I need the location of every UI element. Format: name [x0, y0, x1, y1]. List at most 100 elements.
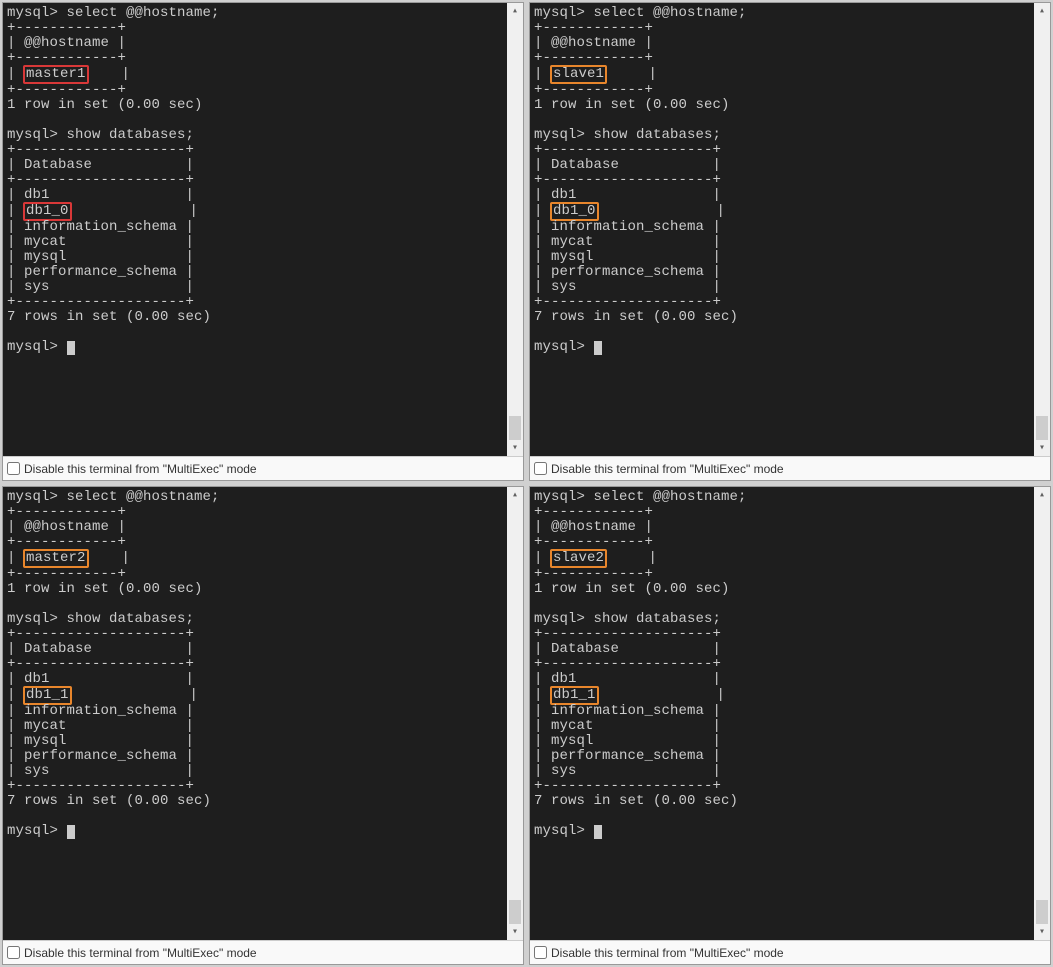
scroll-thumb[interactable]: [509, 900, 521, 924]
scroll-down-icon[interactable]: ▾: [507, 440, 523, 456]
col-header: @@hostname: [551, 519, 636, 535]
db-row: mycat: [24, 234, 67, 250]
db-row: db1: [551, 671, 577, 687]
panel-footer: Disable this terminal from "MultiExec" m…: [3, 940, 523, 964]
cmd: select @@hostname;: [67, 489, 220, 505]
db-row: information_schema: [551, 219, 704, 235]
db-row: mycat: [24, 718, 67, 734]
cmd: select @@hostname;: [594, 5, 747, 21]
db-row: db1: [24, 671, 50, 687]
terminal-output[interactable]: mysql> select @@hostname; +------------+…: [3, 3, 507, 456]
disable-multiexec-checkbox[interactable]: [7, 462, 20, 475]
col-header: Database: [551, 641, 619, 657]
disable-multiexec-checkbox[interactable]: [534, 462, 547, 475]
prompt: mysql>: [7, 127, 58, 143]
scroll-down-icon[interactable]: ▾: [1034, 924, 1050, 940]
scroll-down-icon[interactable]: ▾: [507, 924, 523, 940]
result-summary: 1 row in set (0.00 sec): [534, 581, 730, 597]
db-row: information_schema: [24, 219, 177, 235]
terminal-output[interactable]: mysql> select @@hostname; +------------+…: [3, 487, 507, 940]
hostname-value: slave1: [550, 65, 607, 84]
vertical-scrollbar[interactable]: ▴ ▾: [507, 3, 523, 456]
cmd: show databases;: [594, 611, 722, 627]
disable-multiexec-checkbox[interactable]: [7, 946, 20, 959]
cmd: show databases;: [67, 611, 195, 627]
scroll-up-icon[interactable]: ▴: [1034, 3, 1050, 19]
scroll-thumb[interactable]: [1036, 900, 1048, 924]
result-summary: 1 row in set (0.00 sec): [7, 97, 203, 113]
terminal-panel-4: mysql> select @@hostname; +------------+…: [529, 486, 1051, 965]
db-row: mysql: [24, 249, 67, 265]
db-row: sys: [551, 279, 577, 295]
db-row: mysql: [551, 249, 594, 265]
footer-label: Disable this terminal from "MultiExec" m…: [551, 462, 784, 476]
db-row: performance_schema: [551, 748, 704, 764]
cmd: show databases;: [67, 127, 195, 143]
panel-footer: Disable this terminal from "MultiExec" m…: [3, 456, 523, 480]
cursor-icon: [67, 825, 75, 839]
db-row: mycat: [551, 718, 594, 734]
terminal-panel-3: mysql> select @@hostname; +------------+…: [2, 486, 524, 965]
vertical-scrollbar[interactable]: ▴ ▾: [1034, 487, 1050, 940]
panel-footer: Disable this terminal from "MultiExec" m…: [530, 456, 1050, 480]
hostname-value: master2: [23, 549, 89, 568]
prompt: mysql>: [7, 489, 58, 505]
cmd: select @@hostname;: [594, 489, 747, 505]
prompt: mysql>: [534, 489, 585, 505]
cursor-icon: [594, 825, 602, 839]
col-header: @@hostname: [24, 519, 109, 535]
terminal-output[interactable]: mysql> select @@hostname; +------------+…: [530, 487, 1034, 940]
db-row: sys: [24, 763, 50, 779]
prompt: mysql>: [7, 5, 58, 21]
scroll-track[interactable]: [1034, 19, 1050, 440]
db-row: sys: [24, 279, 50, 295]
scroll-up-icon[interactable]: ▴: [507, 487, 523, 503]
scroll-up-icon[interactable]: ▴: [1034, 487, 1050, 503]
vertical-scrollbar[interactable]: ▴ ▾: [507, 487, 523, 940]
hostname-value: slave2: [550, 549, 607, 568]
scroll-track[interactable]: [507, 503, 523, 924]
col-header: Database: [24, 157, 92, 173]
col-header: @@hostname: [551, 35, 636, 51]
db-row: mycat: [551, 234, 594, 250]
scroll-track[interactable]: [1034, 503, 1050, 924]
cursor-icon: [594, 341, 602, 355]
terminal-panel-1: mysql> select @@hostname; +------------+…: [2, 2, 524, 481]
db-row: information_schema: [24, 703, 177, 719]
terminal-panel-2: mysql> select @@hostname; +------------+…: [529, 2, 1051, 481]
db-row: db1: [551, 187, 577, 203]
col-header: @@hostname: [24, 35, 109, 51]
scroll-down-icon[interactable]: ▾: [1034, 440, 1050, 456]
db-row: sys: [551, 763, 577, 779]
db-row: performance_schema: [24, 748, 177, 764]
db-row: mysql: [551, 733, 594, 749]
result-summary: 1 row in set (0.00 sec): [534, 97, 730, 113]
col-header: Database: [551, 157, 619, 173]
prompt: mysql>: [534, 339, 585, 355]
result-summary: 7 rows in set (0.00 sec): [534, 793, 738, 809]
footer-label: Disable this terminal from "MultiExec" m…: [24, 946, 257, 960]
result-summary: 7 rows in set (0.00 sec): [7, 793, 211, 809]
result-summary: 7 rows in set (0.00 sec): [534, 309, 738, 325]
scroll-track[interactable]: [507, 19, 523, 440]
prompt: mysql>: [7, 611, 58, 627]
col-header: Database: [24, 641, 92, 657]
panel-footer: Disable this terminal from "MultiExec" m…: [530, 940, 1050, 964]
footer-label: Disable this terminal from "MultiExec" m…: [551, 946, 784, 960]
scroll-up-icon[interactable]: ▴: [507, 3, 523, 19]
hostname-value: master1: [23, 65, 89, 84]
db-row: db1: [24, 187, 50, 203]
vertical-scrollbar[interactable]: ▴ ▾: [1034, 3, 1050, 456]
result-summary: 7 rows in set (0.00 sec): [7, 309, 211, 325]
cursor-icon: [67, 341, 75, 355]
db-row: mysql: [24, 733, 67, 749]
prompt: mysql>: [7, 823, 58, 839]
result-summary: 1 row in set (0.00 sec): [7, 581, 203, 597]
scroll-thumb[interactable]: [1036, 416, 1048, 440]
cmd: show databases;: [594, 127, 722, 143]
db-row: performance_schema: [551, 264, 704, 280]
db-row: information_schema: [551, 703, 704, 719]
terminal-output[interactable]: mysql> select @@hostname; +------------+…: [530, 3, 1034, 456]
disable-multiexec-checkbox[interactable]: [534, 946, 547, 959]
scroll-thumb[interactable]: [509, 416, 521, 440]
